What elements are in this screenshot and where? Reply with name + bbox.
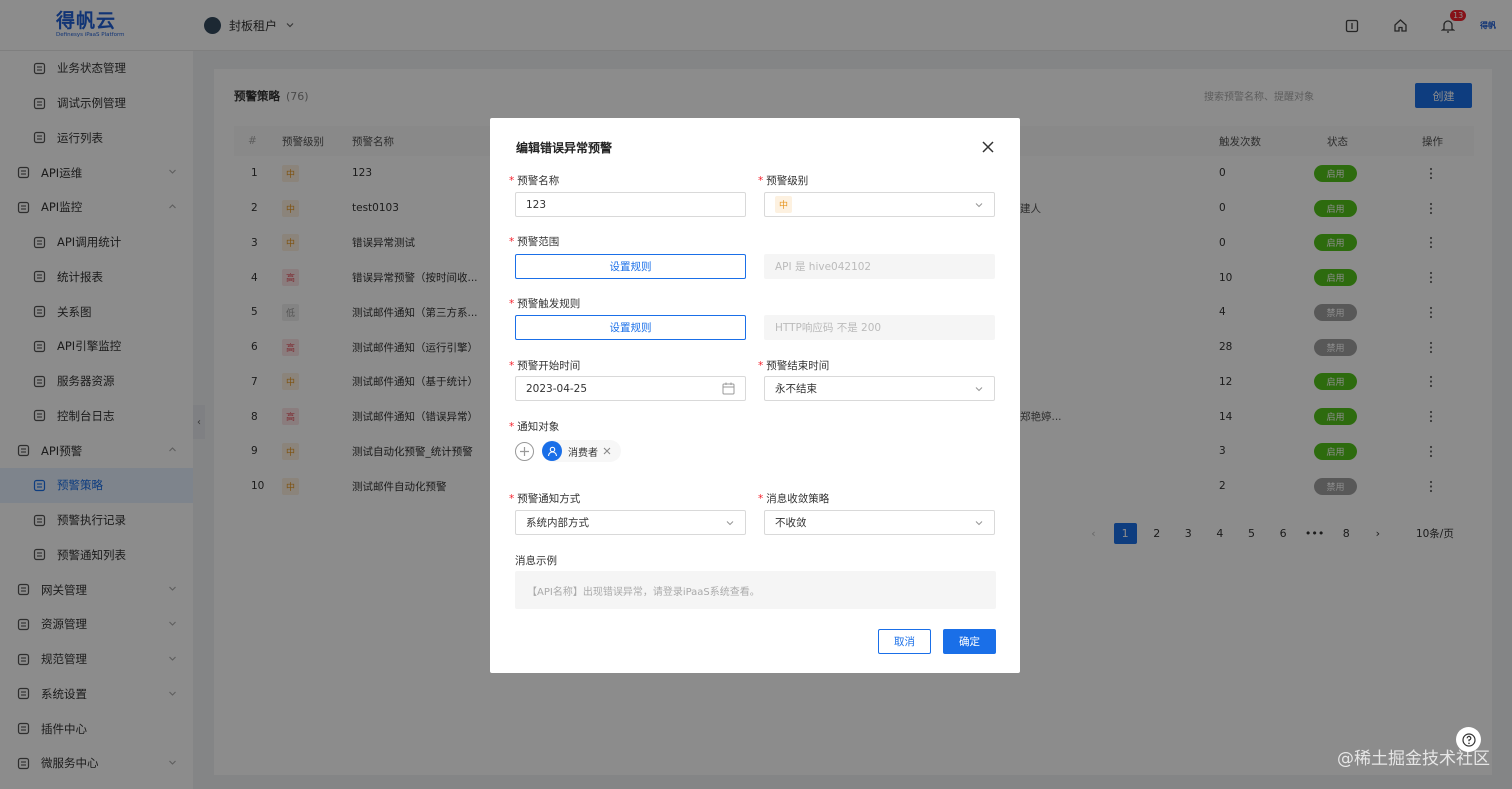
- recipient-label: * 通知对象: [509, 421, 560, 433]
- end-time-value: 永不结束: [775, 383, 817, 395]
- recipient-name: 消费者: [568, 447, 598, 459]
- notify-method-value: 系统内部方式: [526, 517, 589, 529]
- level-tag: 中: [775, 196, 792, 213]
- trigger-rule-button[interactable]: 设置规则: [515, 315, 746, 340]
- alert-name-input[interactable]: 123: [515, 192, 746, 217]
- example-label: 消息示例: [515, 555, 557, 567]
- message-example: 【API名称】出现错误异常，请登录iPaaS系统查看。: [515, 571, 996, 609]
- help-icon: [1461, 732, 1476, 747]
- notify-method-select[interactable]: 系统内部方式: [515, 510, 746, 535]
- remove-recipient-icon[interactable]: [603, 447, 611, 455]
- alert-level-select[interactable]: 中: [764, 192, 995, 217]
- end-time-select[interactable]: 永不结束: [764, 376, 995, 401]
- notify-method-label: * 预警通知方式: [509, 493, 581, 505]
- trigger-rule-display: HTTP响应码 不是 200: [764, 315, 995, 340]
- converge-value: 不收敛: [775, 517, 807, 529]
- start-date-picker[interactable]: 2023-04-25: [515, 376, 746, 401]
- converge-label: * 消息收敛策略: [758, 493, 830, 505]
- trigger-rule-label: * 预警触发规则: [509, 298, 581, 310]
- chevron-down-icon: [975, 521, 983, 526]
- start-time-label: * 预警开始时间: [509, 360, 581, 372]
- chevron-down-icon: [975, 387, 983, 392]
- close-icon: [982, 141, 994, 153]
- end-time-label: * 预警结束时间: [758, 360, 830, 372]
- close-button[interactable]: [978, 137, 998, 157]
- start-date-value: 2023-04-25: [526, 382, 588, 395]
- calendar-icon: [722, 382, 735, 395]
- scope-rule-display: API 是 hive042102: [764, 254, 995, 279]
- alert-scope-label: * 预警范围: [509, 236, 560, 248]
- scope-rule-button[interactable]: 设置规则: [515, 254, 746, 279]
- user-group-icon: [542, 441, 562, 461]
- edit-alert-dialog: 编辑错误异常预警 * 预警名称 123 * 预警级别 中 * 预警范围 设置规则 AP…: [490, 118, 1020, 673]
- plus-icon: [520, 447, 529, 456]
- cancel-button[interactable]: 取消: [878, 629, 931, 654]
- recipient-tag[interactable]: 消费者: [542, 440, 621, 462]
- chevron-down-icon: [726, 521, 734, 526]
- alert-name-label: * 预警名称: [509, 175, 560, 187]
- add-recipient-button[interactable]: [515, 442, 534, 461]
- help-button[interactable]: [1456, 727, 1481, 752]
- converge-select[interactable]: 不收敛: [764, 510, 995, 535]
- alert-level-label: * 预警级别: [758, 175, 809, 187]
- confirm-button[interactable]: 确定: [943, 629, 996, 654]
- dialog-title: 编辑错误异常预警: [516, 141, 613, 155]
- chevron-down-icon: [975, 203, 983, 208]
